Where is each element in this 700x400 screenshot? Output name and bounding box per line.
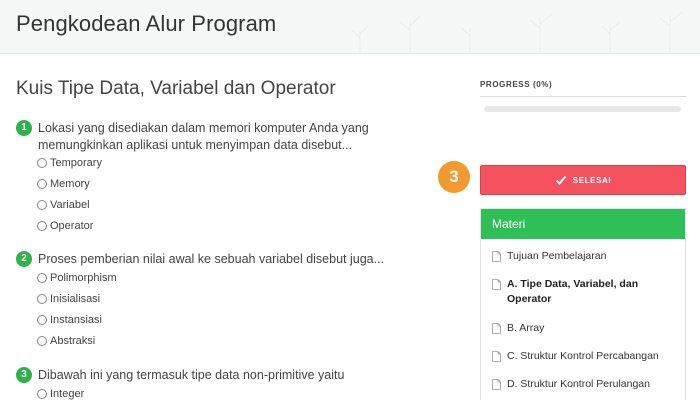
radio-button[interactable]	[37, 389, 47, 399]
question-text: Proses pemberian nilai awal ke sebuah va…	[38, 252, 385, 266]
document-icon	[492, 351, 501, 362]
materi-item-label: A. Tipe Data, Variabel, dan Operator	[507, 278, 639, 305]
materi-panel-title: Materi	[492, 217, 526, 231]
option-label: Integer	[50, 388, 85, 400]
option-label: Polimorphism	[50, 272, 117, 284]
option-instansiasi[interactable]: Instansiasi	[37, 312, 102, 328]
radio-button[interactable]	[37, 315, 47, 325]
option-label: Abstraksi	[50, 335, 96, 347]
progress-label: PROGRESS (0%)	[480, 80, 553, 89]
materi-item-percabangan[interactable]: C. Struktur Kontrol Percabangan	[492, 349, 682, 364]
step-number-badge: 3	[438, 161, 470, 193]
radio-button[interactable]	[37, 273, 47, 283]
option-integer[interactable]: Integer	[37, 386, 84, 400]
materi-item-perulangan[interactable]: D. Struktur Kontrol Perulangan	[492, 377, 682, 392]
header-decoration	[351, 11, 683, 53]
question-number-badge: 2	[16, 251, 32, 267]
finish-button[interactable]: SELESAI	[480, 165, 686, 195]
option-polimorphism[interactable]: Polimorphism	[37, 270, 117, 286]
radio-button[interactable]	[37, 158, 47, 168]
radio-button[interactable]	[37, 336, 47, 346]
document-icon	[492, 279, 501, 290]
option-label: Variabel	[50, 199, 90, 211]
check-icon	[555, 175, 567, 185]
progress-bar	[484, 106, 681, 112]
option-inisialisasi[interactable]: Inisialisasi	[37, 291, 100, 307]
document-icon	[492, 251, 501, 262]
radio-button[interactable]	[37, 221, 47, 231]
option-label: Inisialisasi	[50, 293, 101, 305]
materi-item-label: B. Array	[507, 322, 545, 334]
option-temporary[interactable]: Temporary	[37, 155, 102, 171]
document-icon	[492, 379, 501, 390]
question-number-badge: 1	[16, 120, 32, 136]
quiz-title: Kuis Tipe Data, Variabel dan Operator	[16, 78, 336, 99]
page-title: Pengkodean Alur Program	[16, 11, 277, 36]
option-label: Instansiasi	[50, 314, 102, 326]
document-icon	[492, 323, 501, 334]
page-header: Pengkodean Alur Program	[0, 0, 700, 54]
materi-panel-header: Materi	[481, 209, 685, 239]
materi-panel: Materi Tujuan Pembelajaran A. Tipe Data,…	[480, 208, 686, 400]
option-label: Operator	[50, 220, 94, 232]
radio-button[interactable]	[37, 200, 47, 210]
option-label: Memory	[50, 178, 90, 190]
radio-button[interactable]	[37, 294, 47, 304]
option-label: Temporary	[50, 157, 102, 169]
option-memory[interactable]: Memory	[37, 176, 90, 192]
materi-item-label: Tujuan Pembelajaran	[507, 250, 607, 262]
materi-item-label: D. Struktur Kontrol Perulangan	[507, 378, 650, 390]
materi-item-tipe-data[interactable]: A. Tipe Data, Variabel, dan Operator	[492, 277, 682, 307]
materi-item-label: C. Struktur Kontrol Percabangan	[507, 350, 659, 362]
finish-button-label: SELESAI	[572, 175, 612, 185]
option-variabel[interactable]: Variabel	[37, 197, 90, 213]
radio-button[interactable]	[37, 179, 47, 189]
question-text: Dibawah ini yang termasuk tipe data non-…	[38, 368, 345, 382]
option-operator[interactable]: Operator	[37, 218, 93, 234]
question-text: Lokasi yang disediakan dalam memori komp…	[38, 121, 369, 152]
materi-item-tujuan-pembelajaran[interactable]: Tujuan Pembelajaran	[492, 249, 682, 264]
divider	[480, 96, 686, 97]
materi-item-array[interactable]: B. Array	[492, 321, 682, 336]
question-number-badge: 3	[16, 367, 32, 383]
option-abstraksi[interactable]: Abstraksi	[37, 333, 95, 349]
